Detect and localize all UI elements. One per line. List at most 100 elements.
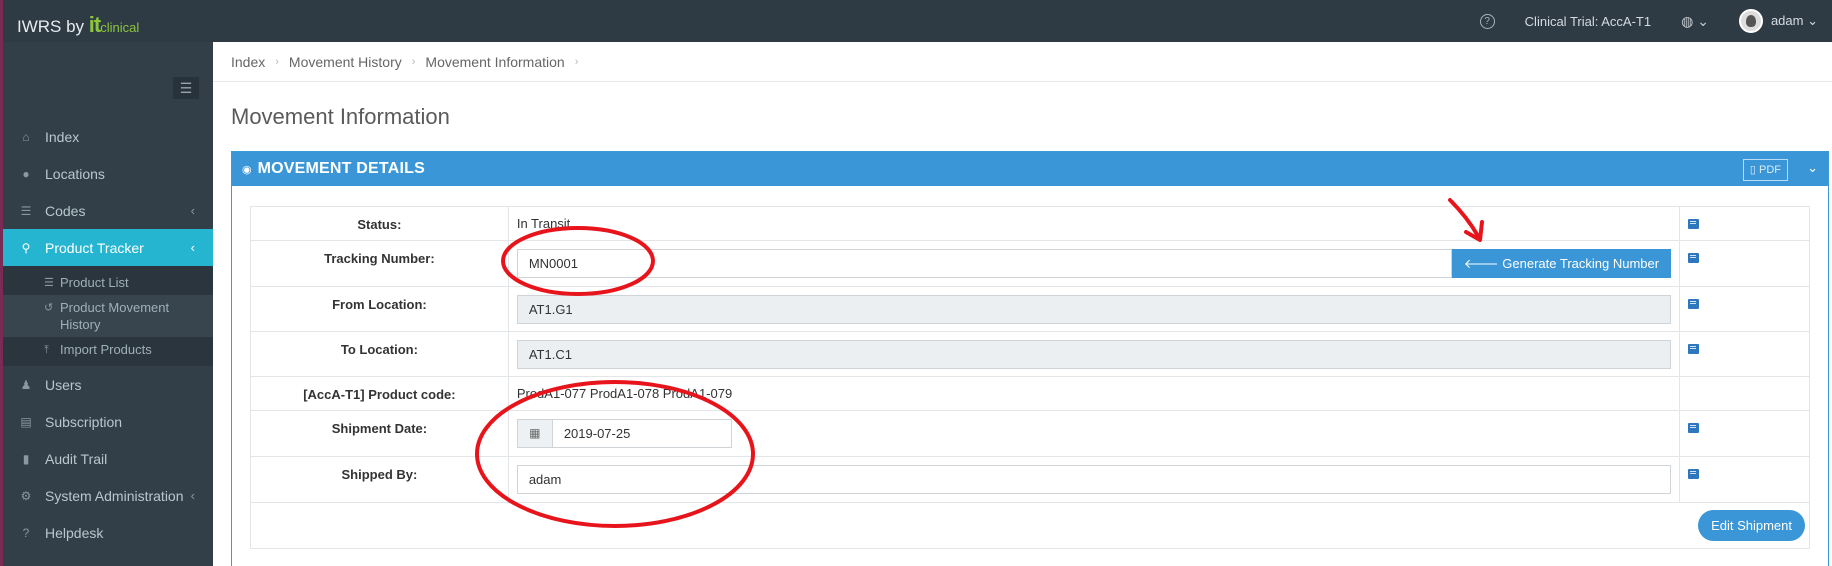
product-code-value: ProdA1-077 ProdA1-078 ProdA1-079 xyxy=(507,376,1681,411)
chevron-left-icon: ‹ xyxy=(190,203,195,218)
from-location-label: From Location: xyxy=(250,286,509,332)
panel-header: ◉ MOVEMENT DETAILS ▯ PDF ⌄ xyxy=(232,152,1828,186)
shipment-date-label: Shipment Date: xyxy=(250,410,509,457)
sidebar-item-locations[interactable]: ● Locations xyxy=(3,155,213,192)
shipped-by-input[interactable]: adam xyxy=(516,465,1672,494)
brand-logo[interactable]: IWRS by itclinical xyxy=(17,0,139,42)
sidebar-item-label: Helpdesk xyxy=(45,524,104,541)
status-value: In Transit xyxy=(507,206,1681,241)
sidebar-item-label: Product List xyxy=(60,275,129,290)
audit-book-icon[interactable] xyxy=(1688,299,1700,309)
sidebar-item-index[interactable]: ⌂ Index xyxy=(3,118,213,155)
breadcrumb: Index › Movement History › Movement Info… xyxy=(213,42,1832,82)
table-row: Tracking Number: MN0001 🡐 Generate Track… xyxy=(250,240,1810,287)
users-icon: ♟ xyxy=(20,377,32,392)
page-title: Movement Information xyxy=(231,104,450,129)
top-right-menu: ? Clinical Trial: AccA-T1 ◍ ⌄ adam ⌄ xyxy=(1479,0,1832,42)
sidebar-item-product-tracker[interactable]: ⚲ Product Tracker ‹ xyxy=(3,229,213,266)
breadcrumb-separator: › xyxy=(275,55,279,68)
gear-icon: ⚙ xyxy=(20,488,32,503)
tracking-number-label: Tracking Number: xyxy=(250,240,509,287)
help-icon[interactable]: ? xyxy=(1479,13,1495,29)
product-tracker-submenu: ☰ Product List ↺ Product Movement Histor… xyxy=(3,266,213,366)
shipment-date-input[interactable]: 2019-07-25 xyxy=(551,419,732,448)
map-marker-icon: ⚲ xyxy=(21,240,31,255)
pdf-button[interactable]: ▯ PDF xyxy=(1742,159,1788,181)
sidebar-item-system-administration[interactable]: ⚙ System Administration ‹ xyxy=(3,477,213,514)
sidebar-item-label: System Administration xyxy=(45,487,184,504)
table-row: [AccA-T1] Product code: ProdA1-077 ProdA… xyxy=(250,376,1810,411)
shipped-by-label: Shipped By: xyxy=(250,456,509,503)
generate-tracking-number-button[interactable]: 🡐 Generate Tracking Number xyxy=(1451,249,1672,278)
language-selector[interactable]: ◍ ⌄ xyxy=(1681,13,1709,30)
user-menu[interactable]: adam ⌄ xyxy=(1771,13,1818,29)
history-icon: ↺ xyxy=(44,302,54,314)
sidebar-toggle-icon[interactable]: ☰ xyxy=(173,77,199,99)
list-icon: ☰ xyxy=(44,277,54,289)
pdf-label: PDF xyxy=(1759,164,1781,176)
globe-icon: ◉ xyxy=(242,163,252,176)
sidebar-nav: ⌂ Index ● Locations ☰ Codes ‹ ⚲ Product … xyxy=(3,118,213,551)
sidebar-item-product-movement-history[interactable]: ↺ Product Movement History xyxy=(3,295,213,337)
tracking-number-input[interactable]: MN0001 xyxy=(516,249,1452,278)
question-icon: ? xyxy=(22,525,30,540)
product-code-label: [AccA-T1] Product code: xyxy=(250,376,509,411)
sidebar-item-label: Locations xyxy=(45,165,105,182)
chevron-down-icon: ⌄ xyxy=(1697,12,1709,29)
collapse-icon[interactable]: ⌄ xyxy=(1807,160,1818,176)
status-label: Status: xyxy=(250,206,509,241)
sidebar-item-subscription[interactable]: ▤ Subscription xyxy=(3,403,213,440)
to-location-field: AT1.C1 xyxy=(516,339,1672,369)
brand-it: it xyxy=(88,12,101,37)
breadcrumb-separator: › xyxy=(411,55,416,68)
arrow-left-icon: 🡐 xyxy=(1463,256,1499,271)
audit-book-icon[interactable] xyxy=(1688,344,1700,354)
tracking-number-group: MN0001 🡐 Generate Tracking Number xyxy=(516,249,1672,278)
audit-book-icon[interactable] xyxy=(1688,219,1700,229)
breadcrumb-index[interactable]: Index xyxy=(231,54,265,70)
generate-label: Generate Tracking Number xyxy=(1502,256,1660,271)
audit-book-icon[interactable] xyxy=(1688,469,1700,479)
sidebar-item-label: Audit Trail xyxy=(45,450,108,467)
table-row: From Location: AT1.G1 xyxy=(250,286,1810,332)
clinical-trial-label[interactable]: Clinical Trial: AccA-T1 xyxy=(1525,14,1651,29)
table-row: Status: In Transit xyxy=(250,206,1810,241)
sidebar-item-label: Product Movement History xyxy=(60,300,170,332)
shipment-date-group: ▦ 2019-07-25 xyxy=(516,419,732,448)
sidebar-item-codes[interactable]: ☰ Codes ‹ xyxy=(3,192,213,229)
table-row: To Location: AT1.C1 xyxy=(250,331,1810,377)
calendar-icon[interactable]: ▦ xyxy=(516,419,552,448)
sidebar-item-label: Index xyxy=(45,128,80,145)
brand-clinical: clinical xyxy=(100,20,140,35)
avatar[interactable] xyxy=(1738,9,1763,33)
sidebar-item-label: Import Products xyxy=(60,342,152,357)
audit-book-icon[interactable] xyxy=(1688,423,1700,433)
sidebar-item-label: Codes xyxy=(45,202,86,219)
sidebar-item-audit-trail[interactable]: ▮ Audit Trail xyxy=(3,440,213,477)
subscription-icon: ▤ xyxy=(20,414,32,429)
panel-title: MOVEMENT DETAILS xyxy=(257,160,425,177)
sidebar: ☰ ⌂ Index ● Locations ☰ Codes ‹ ⚲ Produc… xyxy=(0,42,213,566)
chevron-down-icon: ⌄ xyxy=(1807,13,1818,28)
sidebar-item-import-products[interactable]: ⤒ Import Products xyxy=(3,337,213,362)
file-icon: ▯ xyxy=(1749,164,1756,176)
top-bar: IWRS by itclinical ? Clinical Trial: Acc… xyxy=(0,0,1832,42)
movement-details-panel: ◉ MOVEMENT DETAILS ▯ PDF ⌄ Status: In Tr… xyxy=(231,151,1829,566)
breadcrumb-movement-history[interactable]: Movement History xyxy=(289,54,402,70)
list-icon: ☰ xyxy=(20,203,32,218)
breadcrumb-separator: › xyxy=(574,55,579,68)
edit-shipment-button[interactable]: Edit Shipment xyxy=(1698,510,1805,541)
details-table: Status: In Transit Tracking Number: MN00… xyxy=(250,206,1810,549)
audit-book-icon[interactable] xyxy=(1688,253,1700,263)
username: adam xyxy=(1770,13,1804,28)
chevron-left-icon: ‹ xyxy=(190,488,195,503)
table-row: Shipped By: adam xyxy=(250,456,1810,503)
sidebar-item-label: Subscription xyxy=(45,413,123,430)
sidebar-item-helpdesk[interactable]: ? Helpdesk xyxy=(3,514,213,551)
sidebar-item-label: Product Tracker xyxy=(45,239,144,256)
sidebar-item-users[interactable]: ♟ Users xyxy=(3,366,213,403)
sidebar-item-product-list[interactable]: ☰ Product List xyxy=(3,270,213,295)
book-icon: ▮ xyxy=(22,451,30,466)
chevron-left-icon: ‹ xyxy=(190,240,195,255)
globe-icon: ◍ xyxy=(1681,12,1694,29)
